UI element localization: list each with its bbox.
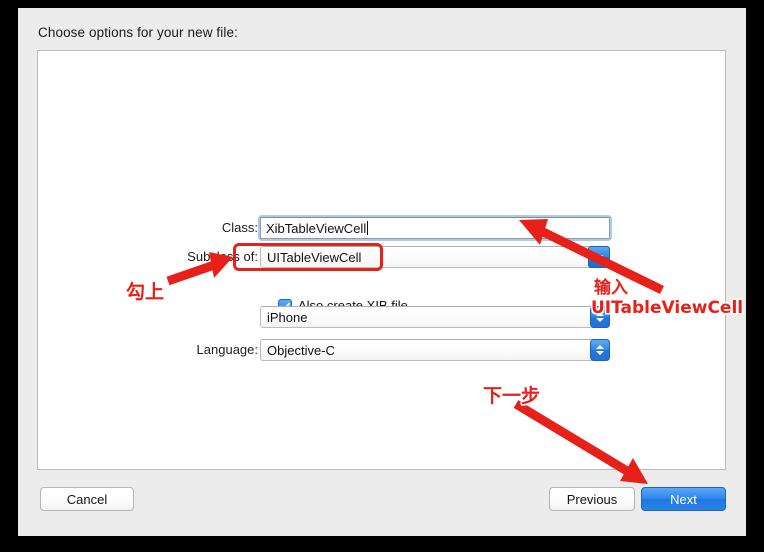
stepper-updown-icon[interactable] (590, 306, 610, 328)
page-title: Choose options for your new file: (38, 25, 238, 40)
cancel-button-label: Cancel (66, 491, 108, 507)
class-input[interactable]: XibTableViewCell (260, 217, 610, 239)
language-label: Language: (196, 342, 258, 357)
device-dropdown[interactable]: iPhone (260, 306, 610, 328)
options-panel: Class: XibTableViewCell Subclass of: UIT… (37, 50, 726, 470)
subclass-value: UITableViewCell (267, 249, 362, 265)
subclass-dropdown[interactable]: UITableViewCell (260, 246, 610, 268)
device-value: iPhone (267, 309, 308, 325)
language-field-row: Language: (38, 339, 258, 361)
class-field-wrap: XibTableViewCell (258, 215, 612, 241)
next-button-label: Next (670, 491, 697, 507)
chevron-down-icon[interactable] (588, 246, 610, 268)
subclass-field-row: Subclass of: (38, 246, 258, 268)
text-caret (367, 221, 369, 235)
class-label: Class: (221, 220, 258, 235)
new-file-options-dialog: Choose options for your new file: Class:… (18, 8, 746, 536)
next-button[interactable]: Next (641, 487, 726, 511)
previous-button[interactable]: Previous (549, 487, 635, 511)
class-field-row: Class: (38, 215, 258, 241)
stepper-updown-icon[interactable] (590, 339, 610, 361)
language-dropdown[interactable]: Objective-C (260, 339, 610, 361)
class-input-value: XibTableViewCell (266, 220, 367, 236)
screen-root: Choose options for your new file: Class:… (0, 0, 764, 552)
previous-button-label: Previous (566, 491, 618, 507)
subclass-label: Subclass of: (187, 249, 258, 264)
cancel-button[interactable]: Cancel (40, 487, 134, 511)
language-value: Objective-C (267, 342, 335, 358)
